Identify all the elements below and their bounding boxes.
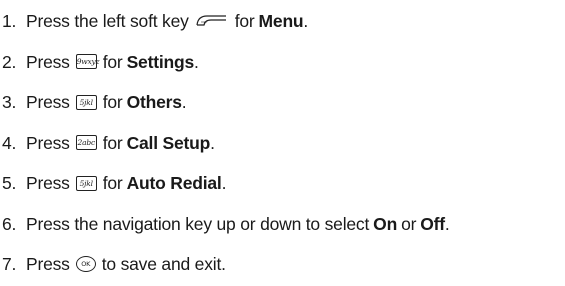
two-key-icon: 2abc bbox=[75, 135, 97, 151]
off-label: Off bbox=[420, 213, 445, 234]
step-5: 5. Press 5jkl for Auto Redial . bbox=[0, 163, 565, 204]
step-text: for bbox=[102, 132, 123, 153]
step-6: 6. Press the navigation key up or down t… bbox=[0, 204, 565, 245]
step-text: to save and exit. bbox=[101, 254, 226, 275]
step-1: 1. Press the left soft key for Menu . bbox=[0, 1, 565, 42]
step-number: 7. bbox=[2, 254, 17, 275]
step-text: Press the navigation key up or down to s… bbox=[26, 213, 370, 234]
step-text: Press bbox=[26, 132, 70, 153]
step-number: 1. bbox=[2, 11, 17, 32]
step-4: 4. Press 2abc for Call Setup . bbox=[0, 123, 565, 164]
ok-key-icon: OK bbox=[75, 256, 96, 273]
left-soft-key-icon bbox=[195, 14, 229, 28]
step-number: 4. bbox=[2, 132, 17, 153]
on-label: On bbox=[373, 213, 398, 234]
others-label: Others bbox=[126, 92, 182, 113]
instruction-list: 1. Press the left soft key for Menu . 2.… bbox=[0, 1, 565, 285]
step-text: Press the left soft key bbox=[26, 11, 189, 32]
step-7: 7. Press OK to save and exit. bbox=[0, 244, 565, 285]
five-key-icon: 5jkl bbox=[75, 94, 97, 110]
step-text: for bbox=[102, 173, 123, 194]
step-text: for bbox=[102, 92, 123, 113]
step-2: 2. Press 9wxyz for Settings . bbox=[0, 42, 565, 83]
step-text: Press bbox=[26, 92, 70, 113]
five-key-icon: 5jkl bbox=[75, 175, 97, 191]
step-text: for bbox=[102, 51, 123, 72]
auto-redial-label: Auto Redial bbox=[126, 173, 222, 194]
step-number: 3. bbox=[2, 92, 17, 113]
step-text: for bbox=[234, 11, 255, 32]
step-text: Press bbox=[26, 254, 70, 275]
settings-label: Settings bbox=[126, 51, 195, 72]
step-text: Press bbox=[26, 173, 70, 194]
nine-key-icon: 9wxyz bbox=[75, 54, 100, 70]
menu-label: Menu bbox=[258, 11, 304, 32]
step-number: 6. bbox=[2, 213, 17, 234]
call-setup-label: Call Setup bbox=[126, 132, 211, 153]
step-3: 3. Press 5jkl for Others . bbox=[0, 82, 565, 123]
step-text: Press bbox=[26, 51, 70, 72]
step-number: 5. bbox=[2, 173, 17, 194]
step-number: 2. bbox=[2, 51, 17, 72]
